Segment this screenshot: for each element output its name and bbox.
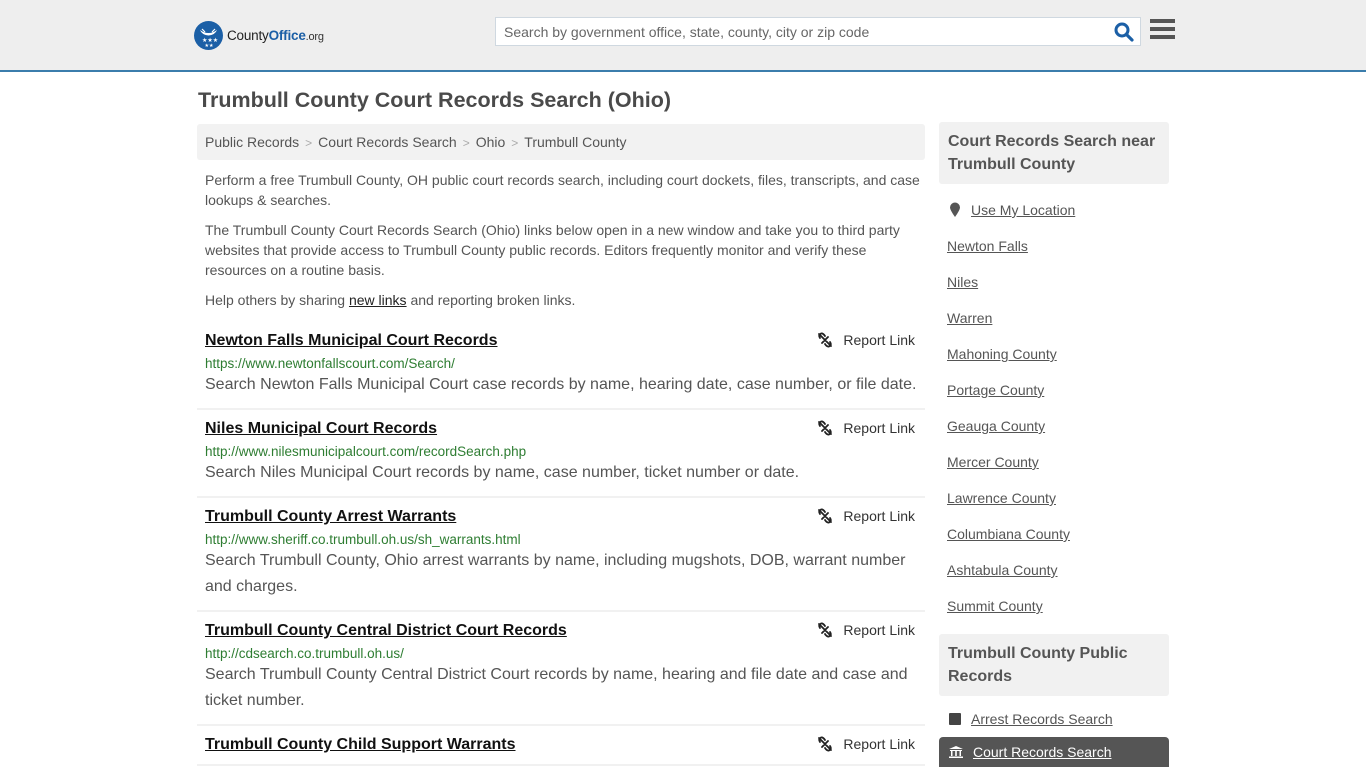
site-header: ★★★ ★★ CountyOffice.org [0, 0, 1366, 72]
nearby-item: Mahoning County [947, 336, 1161, 372]
result-description: Search Trumbull County Central District … [205, 666, 908, 709]
result-url[interactable]: http://www.sheriff.co.trumbull.oh.us/sh_… [205, 532, 917, 547]
nearby-item: Geauga County [947, 408, 1161, 444]
square-icon [947, 713, 963, 725]
breadcrumb-ohio[interactable]: Ohio [476, 134, 506, 150]
public-records-item: Arrest Records Search [947, 701, 1161, 737]
nearby-link[interactable]: Newton Falls [947, 238, 1028, 254]
nearby-item: Summit County [947, 588, 1161, 624]
intro-paragraph: The Trumbull County Court Records Search… [205, 222, 900, 278]
breadcrumb-separator: > [305, 136, 313, 150]
map-marker-icon [947, 202, 963, 218]
broken-link-icon [818, 622, 833, 638]
nearby-list: Use My Location Newton Falls Niles Warre… [939, 184, 1169, 632]
result-url[interactable]: http://www.nilesmunicipalcourt.com/recor… [205, 444, 917, 459]
site-logo[interactable]: ★★★ ★★ CountyOffice.org [194, 20, 324, 50]
nearby-link[interactable]: Geauga County [947, 418, 1045, 434]
use-my-location-link[interactable]: Use My Location [971, 202, 1075, 218]
nearby-heading: Court Records Search near Trumbull Count… [939, 122, 1169, 184]
result-item: Trumbull County Central District Court R… [197, 612, 925, 726]
nearby-item: Mercer County [947, 444, 1161, 480]
report-link-button[interactable]: Report Link [817, 508, 915, 524]
page-title: Trumbull County Court Records Search (Oh… [198, 88, 672, 112]
hamburger-icon [1150, 19, 1175, 39]
result-description: Search Trumbull County, Ohio arrest warr… [205, 552, 906, 595]
result-title-link[interactable]: Niles Municipal Court Records [205, 420, 437, 438]
menu-button[interactable] [1150, 19, 1175, 41]
nearby-link[interactable]: Lawrence County [947, 490, 1056, 506]
report-link-button[interactable]: Report Link [817, 622, 915, 638]
breadcrumb-separator: > [462, 136, 470, 150]
sidebar: Court Records Search near Trumbull Count… [939, 122, 1169, 767]
public-records-heading: Trumbull County Public Records [939, 634, 1169, 696]
logo-text: CountyOffice.org [227, 27, 324, 43]
breadcrumb-court-records-search[interactable]: Court Records Search [318, 134, 457, 150]
svg-text:★★: ★★ [205, 43, 214, 49]
court-records-search-active-item[interactable]: Court Records Search [939, 737, 1169, 767]
broken-link-icon [818, 420, 833, 436]
nearby-link[interactable]: Niles [947, 274, 978, 290]
arrest-records-search-link[interactable]: Arrest Records Search [971, 711, 1113, 727]
result-title-link[interactable]: Trumbull County Central District Court R… [205, 622, 567, 640]
intro: Perform a free Trumbull County, OH publi… [205, 170, 920, 320]
breadcrumb-public-records[interactable]: Public Records [205, 134, 299, 150]
courthouse-icon [949, 746, 965, 758]
report-link-button[interactable]: Report Link [817, 420, 915, 436]
result-item: Trumbull County Child Support Warrants R… [197, 726, 925, 766]
nearby-item: Portage County [947, 372, 1161, 408]
nearby-item: Lawrence County [947, 480, 1161, 516]
broken-link-icon [818, 736, 833, 752]
result-title-link[interactable]: Newton Falls Municipal Court Records [205, 332, 497, 350]
search-icon [1114, 22, 1134, 42]
nearby-item: Ashtabula County [947, 552, 1161, 588]
result-item: Trumbull County Arrest Warrants Report L… [197, 498, 925, 612]
result-description: Search Newton Falls Municipal Court case… [205, 376, 917, 393]
search-input[interactable] [496, 18, 1096, 45]
result-url[interactable]: https://www.newtonfallscourt.com/Search/ [205, 356, 917, 371]
nearby-item: Columbiana County [947, 516, 1161, 552]
report-link-button[interactable]: Report Link [817, 332, 915, 348]
broken-link-icon [818, 508, 833, 524]
new-links-link[interactable]: new links [349, 292, 407, 308]
result-item: Newton Falls Municipal Court Records Rep… [197, 322, 925, 410]
result-url[interactable]: http://cdsearch.co.trumbull.oh.us/ [205, 646, 917, 661]
intro-paragraph: Perform a free Trumbull County, OH publi… [205, 172, 920, 208]
results-list: Newton Falls Municipal Court Records Rep… [197, 322, 925, 766]
report-link-button[interactable]: Report Link [817, 736, 915, 752]
nearby-link[interactable]: Summit County [947, 598, 1043, 614]
breadcrumb: Public Records > Court Records Search > Ohio… [197, 124, 925, 160]
use-location-item: Use My Location [947, 192, 1161, 228]
nearby-link[interactable]: Mahoning County [947, 346, 1057, 362]
nearby-item: Warren [947, 300, 1161, 336]
court-records-search-link[interactable]: Court Records Search [973, 744, 1112, 760]
nearby-item: Newton Falls [947, 228, 1161, 264]
breadcrumb-trumbull-county[interactable]: Trumbull County [524, 134, 626, 150]
public-records-list: Arrest Records Search [939, 696, 1169, 737]
breadcrumb-separator: > [511, 136, 519, 150]
nearby-link[interactable]: Portage County [947, 382, 1044, 398]
result-item: Niles Municipal Court Records Report Lin… [197, 410, 925, 498]
intro-share-paragraph: Help others by sharing new links and rep… [205, 292, 576, 308]
eagle-stars-logo-icon: ★★★ ★★ [194, 20, 223, 50]
result-title-link[interactable]: Trumbull County Arrest Warrants [205, 508, 456, 526]
nearby-link[interactable]: Warren [947, 310, 992, 326]
search-button[interactable] [1114, 22, 1134, 42]
result-description: Search Niles Municipal Court records by … [205, 464, 800, 481]
search-box [495, 17, 1141, 46]
nearby-link[interactable]: Columbiana County [947, 526, 1070, 542]
broken-link-icon [818, 332, 833, 348]
result-title-link[interactable]: Trumbull County Child Support Warrants [205, 736, 516, 754]
nearby-link[interactable]: Ashtabula County [947, 562, 1058, 578]
nearby-link[interactable]: Mercer County [947, 454, 1039, 470]
nearby-item: Niles [947, 264, 1161, 300]
